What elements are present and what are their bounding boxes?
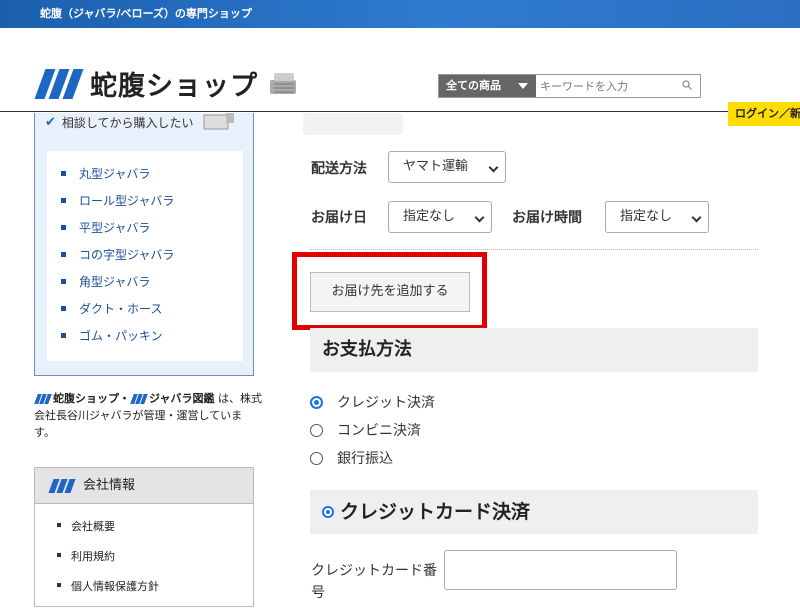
card-number-field[interactable] bbox=[444, 550, 677, 590]
radio-selected-icon bbox=[322, 506, 334, 518]
category-item[interactable]: 角型ジャバラ bbox=[47, 273, 243, 300]
delivery-time-select[interactable]: 指定なし bbox=[605, 201, 709, 233]
delivery-date-value: 指定なし bbox=[403, 209, 456, 224]
blurred-content bbox=[303, 113, 403, 135]
highlight-frame bbox=[292, 252, 487, 330]
managed-note: 蛇腹ショップ・ ジャバラ図鑑 は、株式会社長谷川ジャバラが管理・運営しています。 bbox=[34, 390, 262, 441]
credit-card-title: クレジットカード決済 bbox=[340, 501, 531, 523]
card-number-label: クレジットカード番号 bbox=[311, 563, 437, 601]
company-link[interactable]: 会社概要 bbox=[35, 518, 253, 548]
category-item[interactable]: ゴム・パッキン bbox=[47, 327, 243, 354]
shop-name: 蛇腹ショップ bbox=[53, 392, 119, 405]
payment-option-convenience[interactable]: コンビニ決済 bbox=[310, 420, 421, 440]
zukan-name: ジャバラ図鑑 bbox=[149, 392, 215, 405]
delivery-time-label: お届け時間 bbox=[512, 210, 582, 226]
top-banner: 蛇腹（ジャバラ/ベローズ）の専門ショップ bbox=[0, 0, 800, 28]
payment-option-bank[interactable]: 銀行振込 bbox=[310, 448, 393, 468]
credit-card-heading: クレジットカード決済 bbox=[310, 490, 758, 534]
radio-icon[interactable] bbox=[310, 451, 323, 465]
shipping-method-label: 配送方法 bbox=[311, 161, 367, 177]
chevron-down-icon bbox=[474, 212, 485, 223]
category-item[interactable]: 平型ジャバラ bbox=[47, 219, 243, 246]
logo-text: 蛇腹ショップ bbox=[90, 71, 258, 102]
search-bar: 全ての商品 bbox=[438, 74, 701, 98]
consult-link[interactable]: ✔ 相談してから購入したい bbox=[45, 113, 236, 131]
payment-option-label: 銀行振込 bbox=[337, 451, 393, 467]
logo-mark-icon bbox=[34, 394, 52, 404]
delivery-date-label: お届け日 bbox=[311, 210, 367, 226]
company-info-header: 会社情報 bbox=[35, 468, 253, 504]
site-logo[interactable]: 蛇腹ショップ bbox=[34, 64, 302, 103]
shipping-method-select[interactable]: ヤマト運輸 bbox=[388, 151, 506, 183]
company-link[interactable]: 利用規約 bbox=[35, 548, 253, 578]
payment-option-credit[interactable]: クレジット決済 bbox=[310, 392, 435, 412]
logo-mark-icon bbox=[48, 478, 76, 493]
bellows-icon bbox=[270, 72, 296, 94]
consult-label: 相談してから購入したい bbox=[61, 115, 194, 130]
payment-method-heading: お支払方法 bbox=[310, 328, 758, 372]
banner-text: 蛇腹（ジャバラ/ベローズ）の専門ショップ bbox=[40, 7, 252, 20]
caret-down-icon bbox=[518, 83, 528, 89]
delivery-time-value: 指定なし bbox=[620, 209, 673, 224]
search-category-label: 全ての商品 bbox=[446, 79, 501, 92]
delivery-date-select[interactable]: 指定なし bbox=[388, 201, 492, 233]
chevron-down-icon bbox=[488, 162, 499, 173]
search-category-select[interactable]: 全ての商品 bbox=[439, 75, 536, 97]
category-item[interactable]: ダクト・ホース bbox=[47, 300, 243, 327]
divider bbox=[310, 249, 758, 250]
radio-selected-icon[interactable] bbox=[310, 395, 323, 409]
chevron-down-icon bbox=[691, 212, 702, 223]
check-icon: ✔ bbox=[45, 114, 56, 130]
login-button[interactable]: ログイン／新規 bbox=[728, 102, 800, 126]
radio-icon[interactable] bbox=[310, 423, 323, 437]
category-item[interactable]: 丸型ジャバラ bbox=[47, 165, 243, 192]
category-item[interactable]: ロール型ジャバラ bbox=[47, 192, 243, 219]
shipping-method-value: ヤマト運輸 bbox=[403, 159, 469, 174]
company-link[interactable]: 個人情報保護方針 bbox=[35, 578, 253, 608]
company-link-list: 会社概要 利用規約 個人情報保護方針 bbox=[35, 504, 253, 608]
company-info-box: 会社情報 会社概要 利用規約 個人情報保護方針 bbox=[34, 467, 254, 607]
payment-option-label: クレジット決済 bbox=[337, 395, 435, 411]
category-item[interactable]: コの字型ジャバラ bbox=[47, 246, 243, 273]
category-box: ✔ 相談してから購入したい 丸型ジャバラ ロール型ジャバラ 平型ジャバラ コの字… bbox=[34, 113, 254, 376]
search-input[interactable] bbox=[536, 75, 700, 97]
logo-mark-icon bbox=[34, 67, 84, 101]
payment-option-label: コンビニ決済 bbox=[337, 423, 421, 439]
separator: ・ bbox=[119, 392, 130, 405]
category-list: 丸型ジャバラ ロール型ジャバラ 平型ジャバラ コの字型ジャバラ 角型ジャバラ ダ… bbox=[47, 151, 243, 361]
cart-icon bbox=[203, 113, 234, 130]
company-info-title: 会社情報 bbox=[83, 477, 136, 493]
logo-mark-icon bbox=[130, 394, 148, 404]
site-header: 蛇腹ショップ 全ての商品 ログイン／新規 bbox=[0, 28, 800, 126]
search-icon[interactable] bbox=[682, 80, 692, 90]
